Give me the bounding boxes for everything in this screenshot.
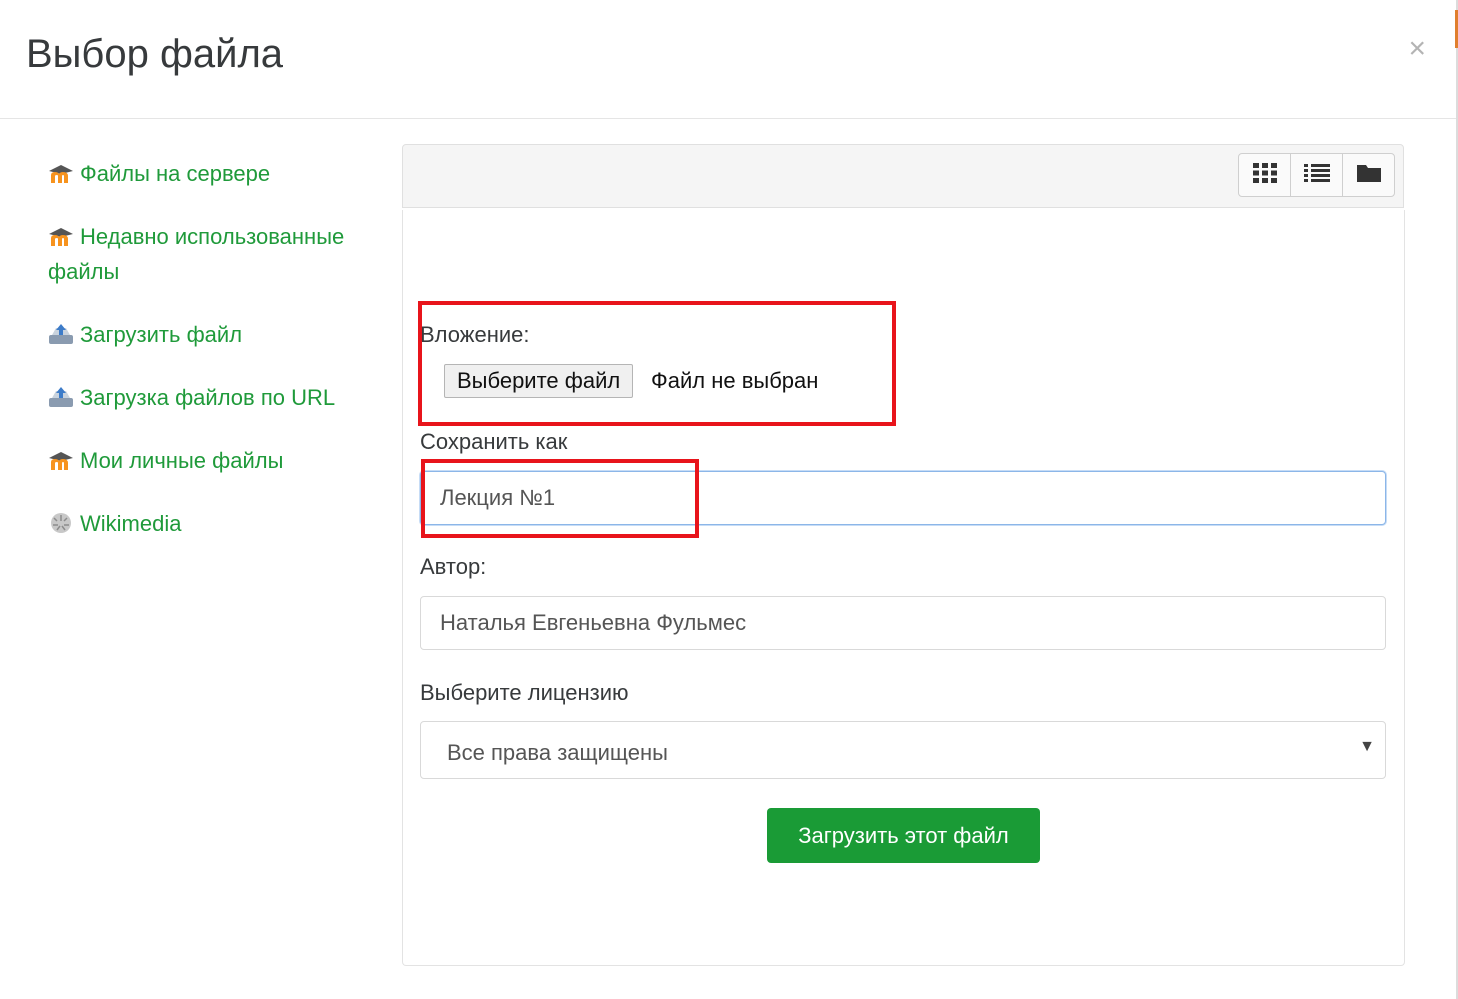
moodle-icon	[48, 446, 74, 470]
sidebar-item-upload-file[interactable]: Загрузить файл	[48, 317, 348, 352]
grid-icon	[1252, 162, 1278, 189]
grid-view-button[interactable]	[1239, 154, 1290, 196]
sidebar-item-recent-files[interactable]: Недавно использованные файлы	[48, 219, 348, 289]
choose-file-button[interactable]: Выберите файл	[444, 364, 634, 398]
upload-file-button[interactable]: Загрузить этот файл	[767, 808, 1040, 863]
sidebar-item-server-files[interactable]: Файлы на сервере	[48, 156, 348, 191]
author-label: Автор:	[420, 554, 487, 579]
dialog-title: Выбор файла	[26, 32, 284, 76]
sidebar-item-private-files[interactable]: Мои личные файлы	[48, 443, 348, 478]
list-view-button[interactable]	[1290, 154, 1342, 196]
repository-sidebar: Файлы на сервере Недавно использованные …	[48, 156, 348, 569]
license-select-value: Все права защищены	[447, 740, 668, 765]
sidebar-item-label: Загрузить файл	[80, 322, 243, 347]
dialog-header: Выбор файла ×	[0, 0, 1456, 119]
moodle-icon	[48, 222, 74, 246]
view-switcher	[1238, 153, 1395, 197]
sidebar-item-label: Загрузка файлов по URL	[80, 385, 336, 410]
sidebar-item-label: Файлы на сервере	[80, 161, 271, 186]
sidebar-item-url-upload[interactable]: Загрузка файлов по URL	[48, 380, 348, 415]
license-label: Выберите лицензию	[420, 680, 629, 705]
wikimedia-icon	[48, 509, 74, 533]
sidebar-item-label: Мои личные файлы	[80, 448, 284, 473]
sidebar-item-label: Wikimedia	[80, 511, 182, 536]
author-input[interactable]	[420, 596, 1386, 650]
file-status-text: Файл не выбран	[651, 368, 819, 393]
sidebar-item-wikimedia[interactable]: Wikimedia	[48, 506, 348, 541]
upload-icon	[48, 320, 74, 344]
sidebar-item-label: Недавно использованные файлы	[48, 224, 345, 284]
chevron-down-icon: ▼	[1359, 738, 1375, 755]
file-picker-toolbar	[402, 144, 1404, 208]
folder-view-button[interactable]	[1342, 154, 1394, 196]
attachment-label: Вложение:	[420, 322, 530, 347]
license-select[interactable]: Все права защищены ▼	[420, 721, 1386, 779]
close-icon[interactable]: ×	[1408, 34, 1426, 64]
save-as-label: Сохранить как	[420, 429, 568, 454]
folder-icon	[1356, 162, 1382, 189]
moodle-icon	[48, 159, 74, 183]
list-icon	[1303, 162, 1331, 189]
save-as-input[interactable]	[420, 471, 1386, 525]
upload-icon	[48, 383, 74, 407]
